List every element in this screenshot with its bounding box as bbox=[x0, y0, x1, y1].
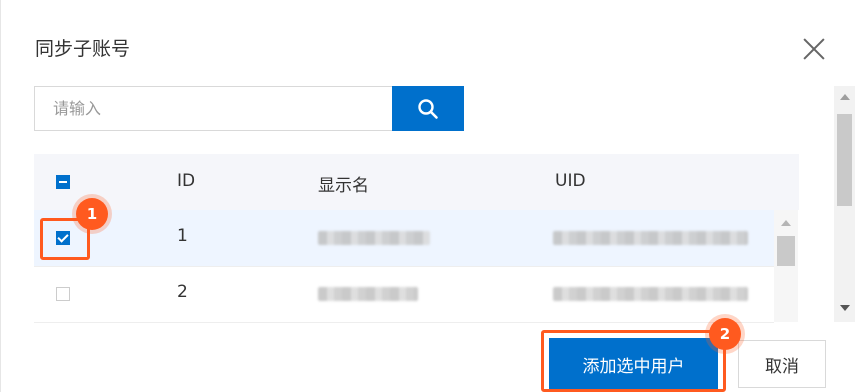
header-display-name: 显示名 bbox=[318, 176, 369, 196]
sync-subaccount-dialog: 同步子账号 ID 显示名 UID 1 2 bbox=[0, 0, 855, 392]
annotation-highlight-2 bbox=[541, 330, 726, 392]
dialog-scrollbar[interactable] bbox=[834, 86, 855, 322]
scroll-up-arrow-icon[interactable] bbox=[781, 220, 791, 226]
table-row[interactable]: 2 bbox=[34, 266, 774, 323]
search-input[interactable] bbox=[34, 86, 392, 131]
table-header: ID 显示名 UID bbox=[34, 154, 799, 210]
search-icon bbox=[418, 98, 438, 119]
dialog-border bbox=[0, 0, 1, 392]
header-uid: UID bbox=[555, 171, 586, 191]
blurred-display-name bbox=[318, 231, 430, 245]
scroll-thumb[interactable] bbox=[777, 236, 795, 266]
search-button[interactable] bbox=[392, 86, 464, 131]
close-icon[interactable] bbox=[800, 35, 828, 63]
dialog-title: 同步子账号 bbox=[35, 38, 131, 60]
annotation-badge-1: 1 bbox=[76, 198, 108, 230]
blurred-uid bbox=[553, 287, 748, 301]
cancel-button[interactable]: 取消 bbox=[738, 340, 826, 388]
row-2-checkbox[interactable] bbox=[56, 287, 70, 301]
annotation-badge-2: 2 bbox=[709, 318, 741, 350]
scroll-thumb[interactable] bbox=[837, 114, 852, 206]
table-scrollbar[interactable] bbox=[774, 210, 798, 322]
blurred-uid bbox=[553, 231, 748, 245]
row-id: 1 bbox=[177, 226, 188, 246]
scroll-down-arrow-icon[interactable] bbox=[840, 305, 850, 311]
scroll-up-arrow-icon[interactable] bbox=[840, 94, 850, 100]
select-all-checkbox[interactable] bbox=[56, 175, 70, 189]
header-id: ID bbox=[177, 171, 196, 191]
row-id: 2 bbox=[177, 282, 188, 302]
blurred-display-name bbox=[318, 287, 418, 301]
table-row[interactable]: 1 bbox=[34, 210, 774, 267]
